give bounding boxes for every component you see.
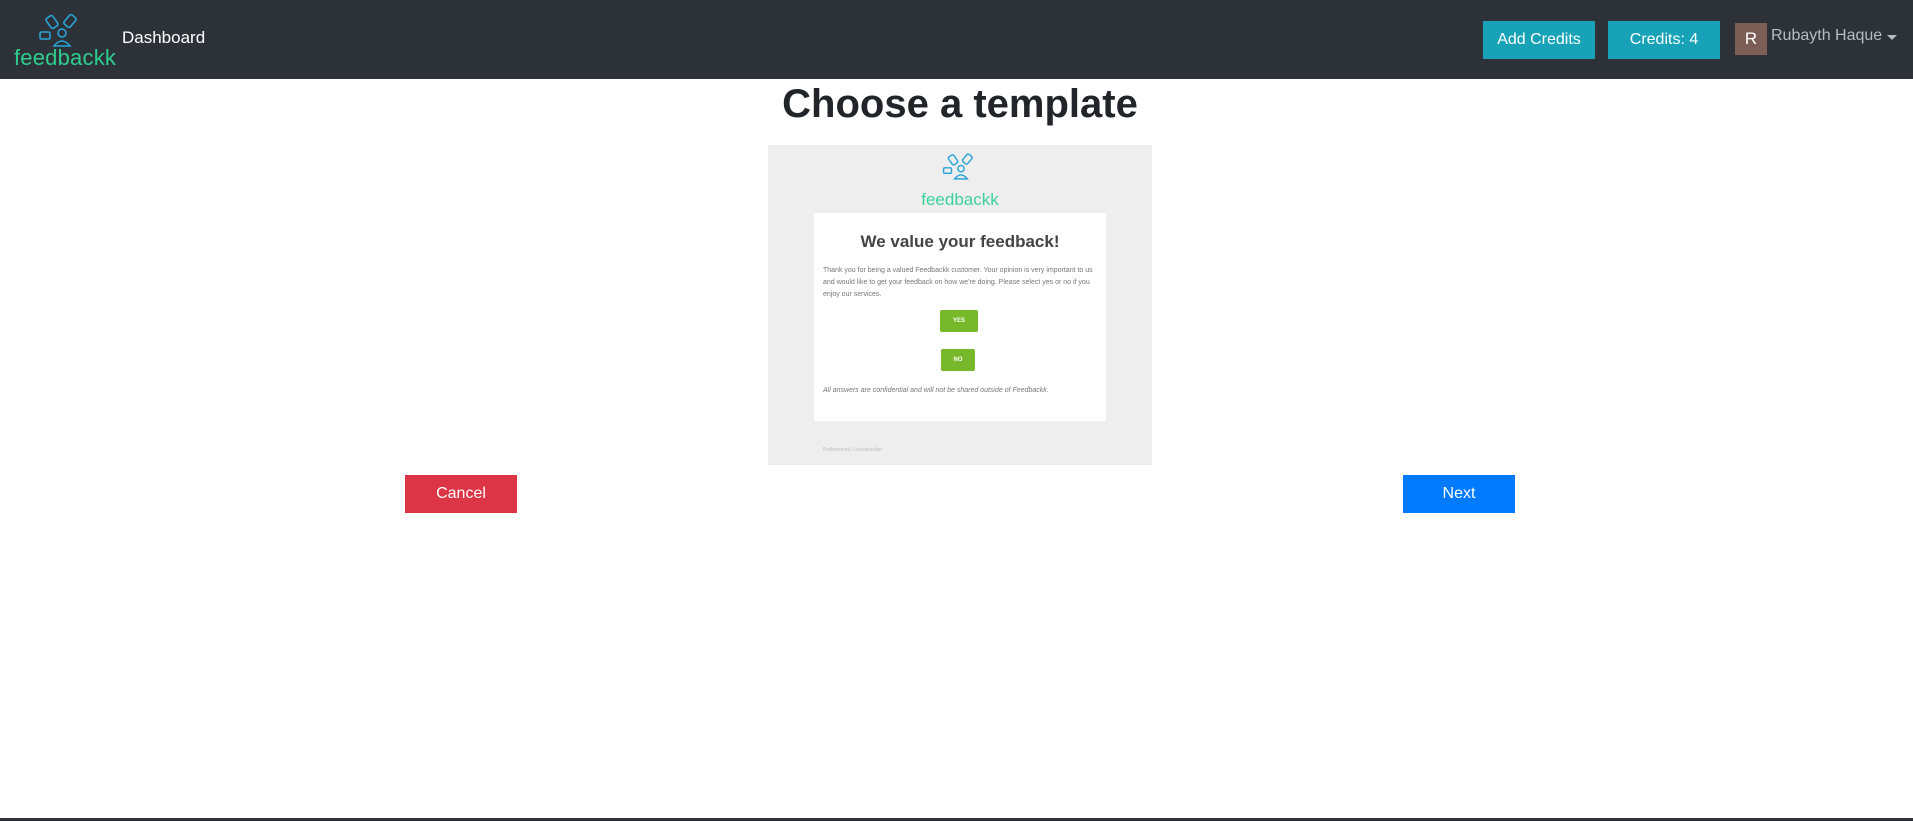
template-preview[interactable]: feedbackk We value your feedback! Thank … — [768, 145, 1152, 465]
preview-card: We value your feedback! Thank you for be… — [814, 213, 1106, 421]
add-credits-button[interactable]: Add Credits — [1483, 21, 1595, 59]
next-button[interactable]: Next — [1403, 475, 1515, 513]
preview-footer: Preferences | Unsubscribe — [823, 447, 882, 453]
credits-button[interactable]: Credits: 4 — [1608, 21, 1720, 59]
preview-logo: feedbackk — [768, 150, 1152, 209]
feedbackk-logo-icon — [942, 153, 973, 180]
caret-down-icon[interactable] — [1887, 35, 1897, 40]
preview-body-text: Thank you for being a valued Feedbackk c… — [823, 267, 1093, 298]
nav-dashboard-link[interactable]: Dashboard — [122, 28, 205, 48]
preview-no-button: NO — [941, 349, 975, 371]
brand-logo[interactable]: feedbackk — [14, 12, 116, 70]
brand-name: feedbackk — [14, 45, 117, 70]
user-menu-toggle[interactable]: Rubayth Haque — [1771, 27, 1882, 45]
avatar[interactable]: R — [1735, 23, 1767, 55]
preview-brand-name: feedbackk — [921, 190, 999, 209]
preview-note: All answers are confidential and will no… — [823, 387, 1049, 394]
cancel-button[interactable]: Cancel — [405, 475, 517, 513]
page-title: Choose a template — [782, 82, 1138, 126]
preview-yes-button: YES — [940, 310, 978, 332]
top-navbar: feedbackk Dashboard Add Credits Credits:… — [0, 0, 1913, 79]
preview-heading: We value your feedback! — [860, 232, 1060, 251]
